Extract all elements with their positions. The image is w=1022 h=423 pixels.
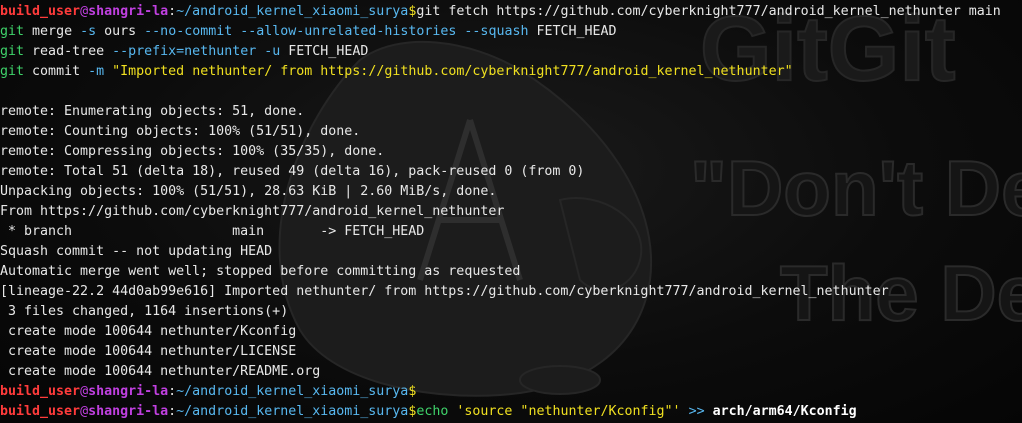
cmd-echo: echo [416,404,449,419]
terminal-line-prompt-fetch: build_user@shangri-la:~/android_kernel_x… [0,2,1022,22]
output-line: create mode 100644 nethunter/LICENSE [0,344,297,359]
output-line: remote: Enumerating objects: 51, done. [0,104,305,119]
cmd-echo-string: 'source "nethunter/Kconfig"' [456,404,681,419]
prompt-at: @ [80,404,89,419]
prompt-at: @ [80,384,89,399]
output-line: Automatic merge went well; stopped befor… [0,264,521,279]
prompt-user: build_user [0,404,81,419]
cmd-commit-message: "Imported nethunter/ from https://github… [112,64,793,79]
output-line: 3 files changed, 1164 insertions(+) [0,304,289,319]
prompt-path: ~/android_kernel_xiaomi_surya [176,4,409,19]
prompt-sep: : [168,404,177,419]
terminal-output[interactable]: build_user@shangri-la:~/android_kernel_x… [0,2,1022,422]
terminal-line-git-merge: git merge -s ours --no-commit --allow-un… [0,22,1022,42]
output-line: [lineage-22.2 44d0ab99e616] Imported net… [0,284,889,299]
output-line: remote: Total 51 (delta 18), reused 49 (… [0,164,585,179]
cmd-sub: commit [32,64,81,79]
cmd-arg: FETCH_HEAD [288,44,369,59]
terminal-window[interactable]: GitGit "Don't De The Deb build_user@shan… [0,0,1022,423]
cmd-opt: --prefix=nethunter [112,44,257,59]
cmd-git: git [0,44,25,59]
cmd-git: git [0,64,25,79]
cmd-opt: --allow-unrelated-histories [240,24,457,39]
prompt-host: shangri-la [88,4,169,19]
prompt-at: @ [80,4,89,19]
prompt-path: ~/android_kernel_xiaomi_surya [176,404,409,419]
terminal-line-prompt-empty: build_user@shangri-la:~/android_kernel_x… [0,382,1022,402]
prompt-host: shangri-la [88,404,169,419]
cmd-git: git [0,24,25,39]
prompt-symbol: $ [408,384,417,399]
cmd-val: ours [104,24,137,39]
prompt-path: ~/android_kernel_xiaomi_surya [176,384,409,399]
cmd-opt: -u [264,44,281,59]
prompt-user: build_user [0,4,81,19]
output-line: From https://github.com/cyberknight777/a… [0,204,505,219]
prompt-sep: : [168,384,177,399]
output-line: remote: Counting objects: 100% (51/51), … [0,124,361,139]
terminal-line-git-commit: git commit -m "Imported nethunter/ from … [0,62,1022,82]
terminal-line-git-read-tree: git read-tree --prefix=nethunter -u FETC… [0,42,1022,62]
cmd-redirect-target: arch/arm64/Kconfig [712,404,857,419]
output-line: remote: Compressing objects: 100% (35/35… [0,144,385,159]
cmd-opt: --no-commit [144,24,233,39]
terminal-line-current-command[interactable]: build_user@shangri-la:~/android_kernel_x… [0,402,1022,422]
output-line: create mode 100644 nethunter/README.org [0,364,321,379]
prompt-sep: : [168,4,177,19]
prompt-host: shangri-la [88,384,169,399]
cmd-opt: -m [88,64,105,79]
cmd-sub: merge [32,24,73,39]
output-line: * branch main -> FETCH_HEAD [0,224,425,239]
output-line: create mode 100644 nethunter/Kconfig [0,324,297,339]
cmd-sub: read-tree [32,44,105,59]
cmd-opt: -s [80,24,97,39]
command-git-fetch: git fetch https://github.com/cyberknight… [416,4,1001,19]
output-line: Squash commit -- not updating HEAD [0,244,273,259]
prompt-user: build_user [0,384,81,399]
cmd-arg: FETCH_HEAD [536,24,617,39]
cmd-redirect: >> [688,404,705,419]
output-line: Unpacking objects: 100% (51/51), 28.63 K… [0,184,497,199]
cmd-opt: --squash [464,24,529,39]
